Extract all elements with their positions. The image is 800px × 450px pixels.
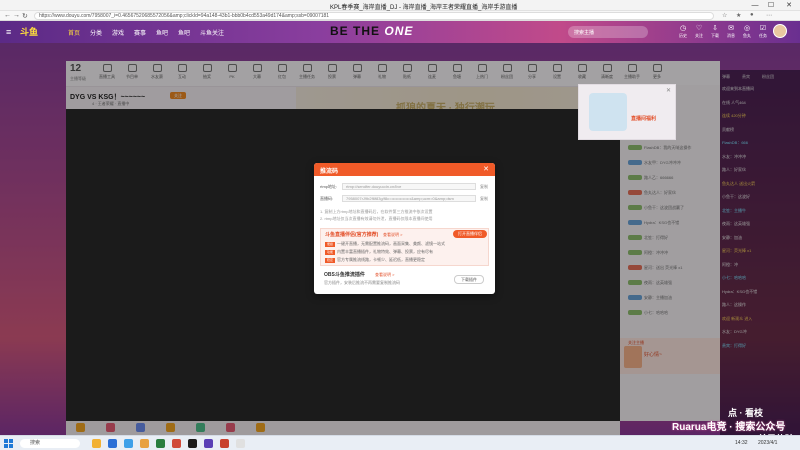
close-window-button[interactable]: ✕	[782, 1, 796, 10]
companion-link[interactable]: 查看说明 >	[383, 232, 402, 238]
key-row: 直播码: 7958007rJ9b2f6f83g/f8c=••••••••••••…	[320, 195, 492, 203]
task-icon[interactable]: ☑ 任务	[756, 24, 770, 39]
follow-label: 关注	[695, 33, 703, 38]
nav-follow[interactable]: 斗鱼关注	[200, 28, 224, 37]
panel-row: 便捷 一键开直播，无需配置推流码，画面采集、美颜、滤镜一站式	[325, 241, 445, 247]
obs-title: OBS斗鱼推流插件	[324, 272, 365, 278]
app-icon[interactable]	[220, 439, 229, 448]
search-input[interactable]: 搜索主播	[568, 26, 648, 38]
window-title: KPL春季赛_海岸直播_DJ - 海岸直播_海岸王者荣耀直播_海岸手游直播	[330, 5, 518, 11]
download-plugin-button[interactable]: 下载插件	[454, 275, 484, 284]
windows-taskbar: 搜索 14:32 2023/4/1	[0, 435, 800, 450]
task-label: 任务	[759, 33, 767, 38]
promo-popup[interactable]: 直播间福利 ✕	[578, 84, 676, 140]
site-header: ≡ 斗鱼 首页 分类 游戏 赛事 鱼吧 鱼吧 斗鱼关注 BE THE ONE 搜…	[0, 21, 800, 43]
watermark-line-2: Ruarua电竞 · 搜索公众号	[672, 422, 786, 433]
nav-category[interactable]: 分类	[90, 28, 102, 37]
history-icon[interactable]: ◷ 历史	[676, 24, 690, 39]
history-label: 历史	[679, 33, 687, 38]
panel-row-text: 一键开直播，无需配置推流码，画面采集、美颜、滤镜一站式	[337, 241, 445, 246]
site-logo[interactable]: 斗鱼	[20, 25, 52, 38]
obs-desc: 官方插件，安装后推流不再需要复制推流码	[324, 280, 400, 285]
rtmp-label: rtmp地址:	[320, 184, 338, 189]
rtmp-field[interactable]: rtmp://sendfer.douyucdn.cn/live	[342, 183, 476, 190]
minimize-button[interactable]: —	[748, 1, 762, 10]
address-bar: ← → ↻ https://www.douyu.com/7958007_i=0.…	[0, 11, 800, 21]
clock-time[interactable]: 14:32	[735, 440, 748, 446]
taskview-icon[interactable]	[108, 439, 117, 448]
panel-row: 稳定 官方专属推流线路，卡顿少、延迟低，直播更稳定	[325, 257, 425, 263]
menu-dots-icon[interactable]: ⋯	[766, 12, 772, 19]
promo-image	[589, 93, 627, 131]
hamburger-menu-icon[interactable]: ≡	[6, 27, 11, 37]
app-icon[interactable]	[236, 439, 245, 448]
panel-row: 功能 内置丰富直播插件，礼物特效、弹幕、投票，应有尽有	[325, 249, 433, 255]
key-label: 直播码:	[320, 196, 334, 201]
banner-accent-text: ONE	[384, 24, 414, 38]
stream-key-field[interactable]: 7958007rJ9b2f6f83g/f8c=••••••••••••••&am…	[342, 195, 476, 202]
profile-icon[interactable]: ●	[750, 12, 754, 18]
app-icon[interactable]	[156, 439, 165, 448]
edge-icon[interactable]	[124, 439, 133, 448]
copy-key-button[interactable]: 复制	[480, 196, 488, 202]
follow-icon[interactable]: ♡ 关注	[692, 24, 706, 39]
stream-key-modal: 推流码 ✕ rtmp地址: rtmp://sendfer.douyucdn.cn…	[314, 163, 495, 294]
modal-title: 推流码	[320, 169, 339, 175]
promo-close-icon[interactable]: ✕	[666, 87, 671, 94]
rtmp-row: rtmp地址: rtmp://sendfer.douyucdn.cn/live …	[320, 183, 492, 191]
modal-header: 推流码 ✕	[314, 163, 495, 176]
panel-tag: 稳定	[325, 258, 335, 263]
panel-tag: 便捷	[325, 242, 335, 247]
refresh-icon[interactable]: ↻	[22, 12, 28, 20]
start-icon[interactable]	[4, 439, 13, 448]
modal-close-icon[interactable]: ✕	[483, 165, 489, 173]
download-icon[interactable]: ⇩ 下载	[708, 24, 722, 39]
obs-panel: OBS斗鱼推流插件 查看说明 > 官方插件，安装后推流不再需要复制推流码 下载插…	[320, 269, 489, 291]
clock-date[interactable]: 2023/4/1	[758, 440, 777, 446]
promo-text: 直播间福利	[631, 116, 657, 122]
panel-row-text: 官方专属推流线路，卡顿少、延迟低，直播更稳定	[337, 257, 425, 262]
panel-row-text: 内置丰富直播插件，礼物特效、弹幕、投票，应有尽有	[337, 249, 433, 254]
user-avatar[interactable]	[773, 24, 787, 38]
nav-fishbar-2[interactable]: 鱼吧	[178, 28, 190, 37]
app-icon[interactable]	[172, 439, 181, 448]
obs-link[interactable]: 查看说明 >	[375, 272, 394, 278]
forward-icon[interactable]: →	[13, 12, 20, 19]
maximize-button[interactable]: ☐	[764, 1, 778, 10]
panel-tag: 功能	[325, 250, 335, 255]
nav-esports[interactable]: 赛事	[134, 28, 146, 37]
explorer-icon[interactable]	[140, 439, 149, 448]
back-icon[interactable]: ←	[4, 12, 11, 19]
companion-title: 斗鱼直播伴侣(官方推荐)	[325, 232, 379, 238]
message-label: 消息	[727, 33, 735, 38]
copy-rtmp-button[interactable]: 复制	[480, 184, 488, 190]
banner-main-text: BE THE	[330, 24, 381, 38]
widgets-icon[interactable]	[92, 439, 101, 448]
event-banner[interactable]: BE THE ONE	[330, 24, 413, 38]
bookmark-icon[interactable]: ★	[736, 12, 741, 19]
companion-panel: 斗鱼直播伴侣(官方推荐) 查看说明 > 打开直播伴侣 便捷 一键开直播，无需配置推…	[320, 228, 489, 266]
extension-icon[interactable]: ☆	[722, 12, 727, 19]
url-input[interactable]: https://www.douyu.com/7958007_i=0.465675…	[34, 12, 714, 20]
taskbar-search[interactable]: 搜索	[20, 439, 80, 448]
open-companion-button[interactable]: 打开直播伴侣	[453, 230, 487, 238]
nav-games[interactable]: 游戏	[112, 28, 124, 37]
message-icon[interactable]: ✉ 消息	[724, 24, 738, 39]
download-label: 下载	[711, 33, 719, 38]
nav-home[interactable]: 首页	[68, 28, 80, 37]
fishball-icon[interactable]: ◎ 鱼丸	[740, 24, 754, 39]
tip-2: 2. rtmp地址仅当次直播有效请勿外泄，直播码仅限本直播间使用	[320, 216, 433, 221]
browser-title-bar: KPL春季赛_海岸直播_DJ - 海岸直播_海岸王者荣耀直播_海岸手游直播 — …	[0, 0, 800, 11]
nav-fishbar[interactable]: 鱼吧	[156, 28, 168, 37]
app-icon[interactable]	[204, 439, 213, 448]
fishball-label: 鱼丸	[743, 33, 751, 38]
steam-icon[interactable]	[188, 439, 197, 448]
tip-1: 1. 复制上方rtmp地址和直播码后，在软件第三方推流中依次设置	[320, 209, 433, 214]
